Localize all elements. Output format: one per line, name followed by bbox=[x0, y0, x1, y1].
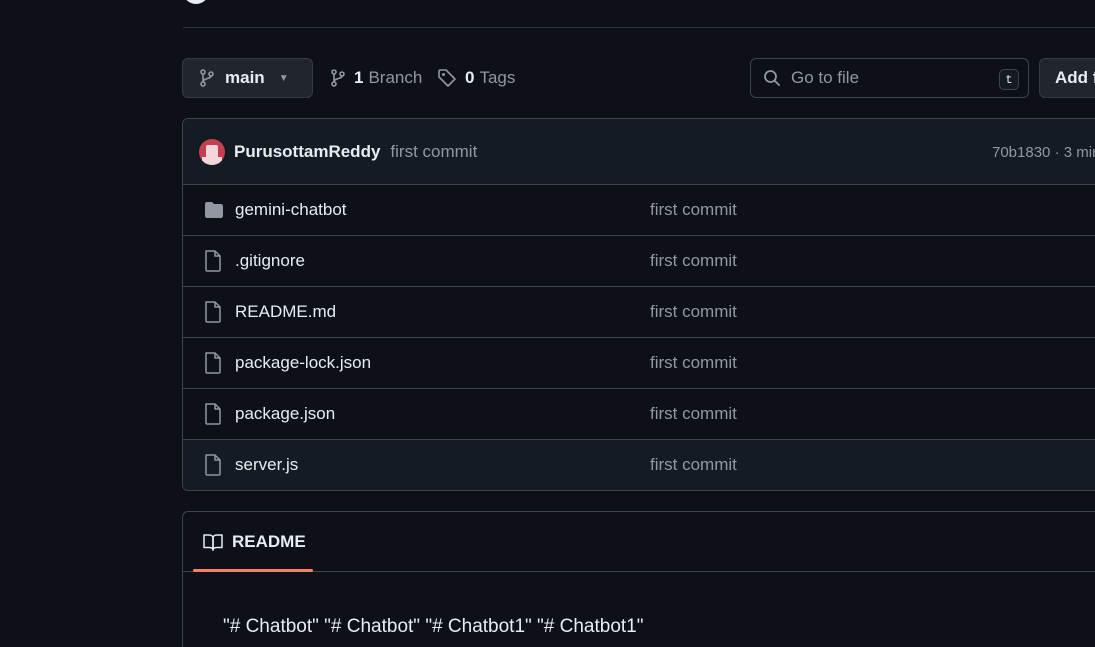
go-to-file-search[interactable]: t bbox=[750, 58, 1029, 98]
tags-link[interactable]: 0 Tags bbox=[437, 58, 515, 98]
branch-name: main bbox=[225, 68, 265, 87]
file-commit-link[interactable]: first commit bbox=[650, 353, 737, 373]
branch-select-button[interactable]: main ▼ bbox=[182, 58, 313, 98]
tag-label: Tags bbox=[479, 68, 516, 87]
file-name-link[interactable]: README.md bbox=[235, 302, 336, 322]
table-row[interactable]: gemini-chatbot first commit bbox=[183, 185, 1095, 236]
file-icon bbox=[204, 403, 224, 425]
commit-author[interactable]: PurusottamReddy bbox=[234, 142, 380, 162]
branch-label: Branch bbox=[368, 68, 423, 87]
chevron-down-icon: ▼ bbox=[278, 72, 289, 84]
commit-meta[interactable]: 70b1830 · 3 minutes ago bbox=[992, 119, 1095, 185]
file-name-link[interactable]: .gitignore bbox=[235, 251, 305, 271]
add-file-button[interactable]: Add file bbox=[1039, 58, 1095, 98]
file-commit-link[interactable]: first commit bbox=[650, 200, 737, 220]
table-row[interactable]: README.md first commit bbox=[183, 287, 1095, 338]
readme-tabbar: README bbox=[183, 512, 1095, 572]
readme-tab-label: README bbox=[232, 532, 306, 551]
search-icon bbox=[764, 70, 780, 86]
file-commit-link[interactable]: first commit bbox=[650, 251, 737, 271]
git-branch-icon bbox=[200, 69, 214, 87]
table-row[interactable]: .gitignore first commit bbox=[183, 236, 1095, 287]
tab-readme[interactable]: README bbox=[193, 512, 313, 572]
file-icon bbox=[204, 454, 224, 476]
file-icon bbox=[204, 250, 224, 272]
branch-count: 1 bbox=[354, 68, 364, 87]
branches-link[interactable]: 1 Branch bbox=[330, 58, 422, 98]
file-icon bbox=[204, 352, 224, 374]
file-commit-link[interactable]: first commit bbox=[650, 302, 737, 322]
latest-commit-header: PurusottamReddy first commit 70b1830 · 3… bbox=[183, 119, 1095, 185]
commit-message[interactable]: first commit bbox=[390, 142, 477, 162]
file-commit-link[interactable]: first commit bbox=[650, 404, 737, 424]
file-icon bbox=[204, 301, 224, 323]
go-to-file-input[interactable] bbox=[791, 68, 991, 88]
avatar[interactable] bbox=[199, 138, 225, 165]
file-name-link[interactable]: package.json bbox=[235, 404, 335, 424]
folder-icon bbox=[204, 201, 224, 223]
file-name-link[interactable]: server.js bbox=[235, 455, 298, 475]
table-row[interactable]: package.json first commit bbox=[183, 389, 1095, 440]
repo-toolbar: main ▼ 1 Branch 0 Tags t Add file bbox=[182, 58, 1095, 98]
file-name-link[interactable]: gemini-chatbot bbox=[235, 200, 347, 220]
active-tab-indicator bbox=[193, 569, 313, 572]
tag-count: 0 bbox=[465, 68, 475, 87]
top-divider bbox=[183, 27, 1095, 28]
table-row[interactable]: server.js first commit bbox=[183, 440, 1095, 490]
git-branch-icon bbox=[331, 69, 345, 87]
top-avatar-partial bbox=[183, 0, 209, 4]
file-name-link[interactable]: package-lock.json bbox=[235, 353, 371, 373]
file-browser: PurusottamReddy first commit 70b1830 · 3… bbox=[182, 118, 1095, 491]
readme-panel: README "# Chatbot" "# Chatbot" "# Chatbo… bbox=[182, 511, 1095, 647]
keyboard-shortcut-hint: t bbox=[999, 69, 1019, 90]
table-row[interactable]: package-lock.json first commit bbox=[183, 338, 1095, 389]
file-commit-link[interactable]: first commit bbox=[650, 455, 737, 475]
book-icon bbox=[203, 534, 223, 551]
tag-icon bbox=[438, 69, 456, 87]
readme-content: "# Chatbot" "# Chatbot" "# Chatbot1" "# … bbox=[223, 616, 644, 637]
